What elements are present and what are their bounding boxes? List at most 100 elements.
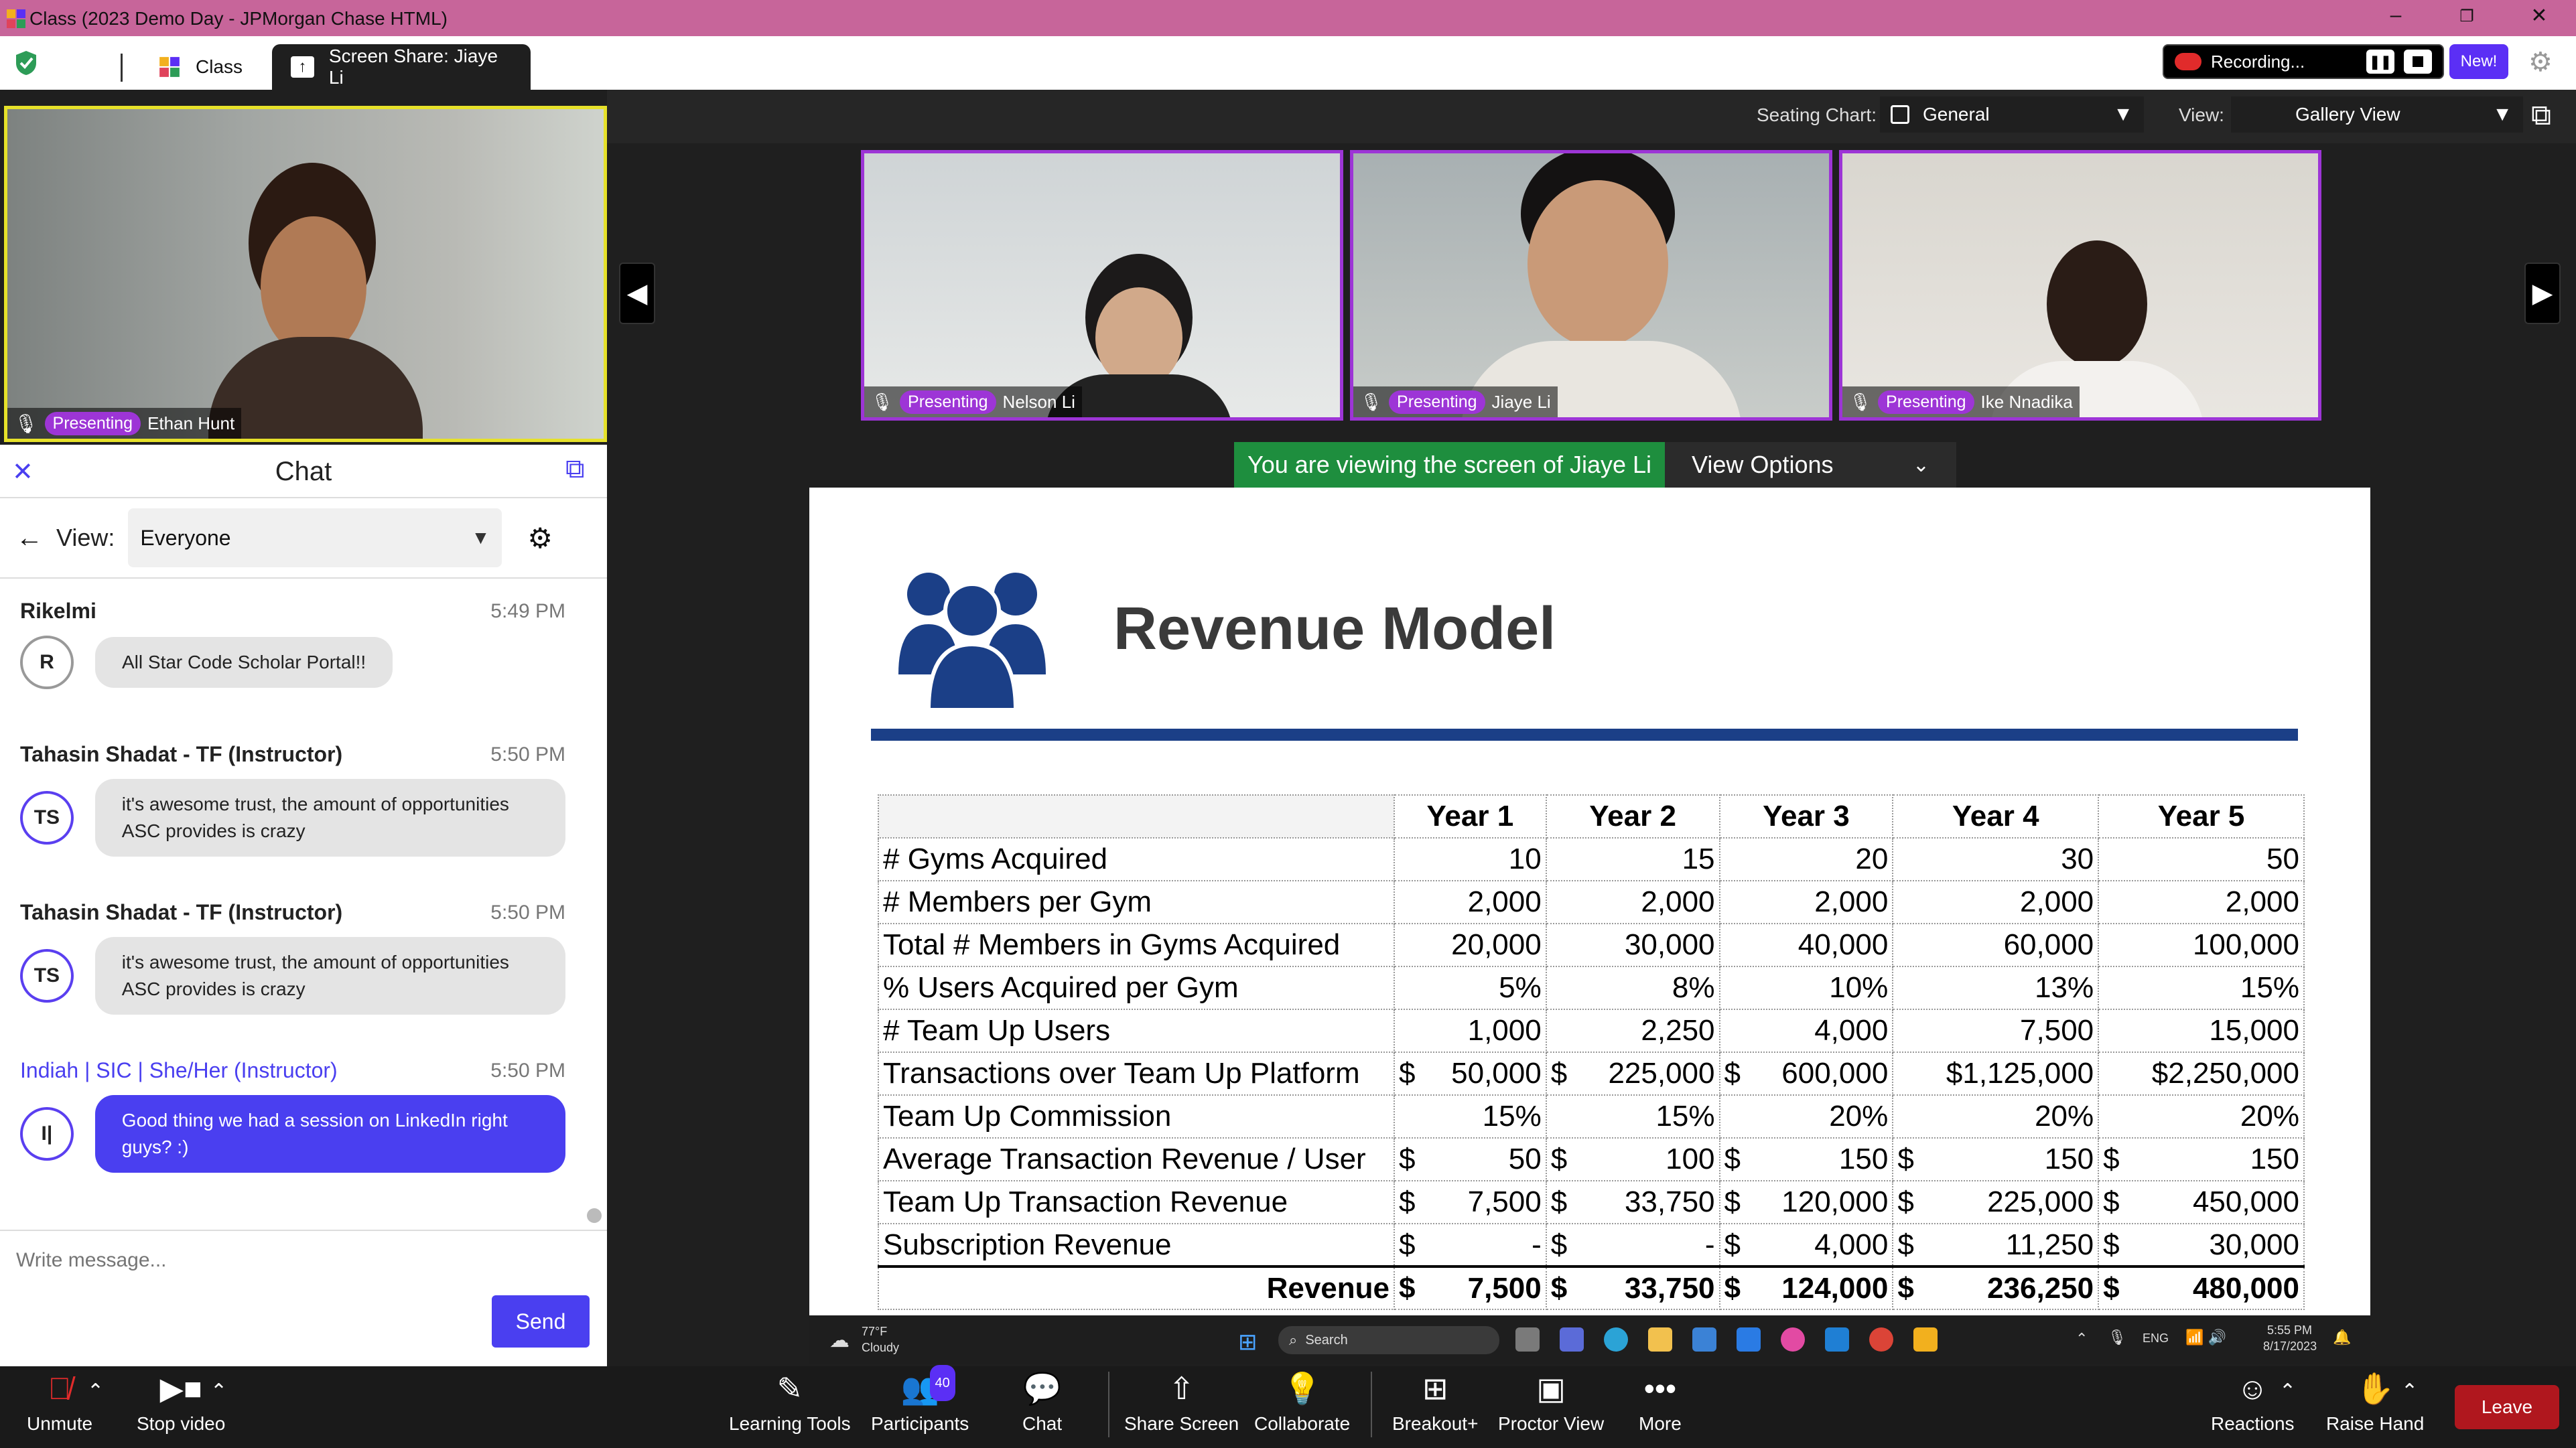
popout-chat-icon[interactable]: ⧉ (565, 454, 585, 484)
gallery-next-button[interactable]: ▶ (2524, 263, 2561, 324)
currency-symbol: $ (1399, 1185, 1416, 1218)
table-cell: $30,000 (2098, 1223, 2305, 1267)
currency-symbol: $ (1399, 1228, 1416, 1261)
leave-button[interactable]: Leave (2455, 1385, 2559, 1429)
proctor-view-button[interactable]: ▣ Proctor View (1498, 1372, 1604, 1435)
class-app-icon[interactable] (1913, 1327, 1938, 1352)
chrome-icon[interactable] (1869, 1327, 1893, 1352)
video-tile-jiaye[interactable]: 🎙 Presenting Jiaye Li (1350, 150, 1832, 421)
chat-settings-gear-icon[interactable]: ⚙ (527, 522, 553, 555)
close-window-icon[interactable]: ✕ (2526, 4, 2553, 27)
edge-icon[interactable] (1604, 1327, 1628, 1352)
language-indicator[interactable]: ENG (2143, 1331, 2169, 1346)
breakout-grid-icon: ⊞ (1422, 1371, 1448, 1406)
message-sender: Tahasin Shadat - TF (Instructor) (20, 900, 343, 924)
minimize-icon[interactable]: – (2382, 4, 2409, 27)
message-time: 5:50 PM (490, 901, 565, 924)
slack-icon[interactable] (1781, 1327, 1805, 1352)
participants-button[interactable]: 👥 40 Participants (871, 1365, 969, 1435)
chat-scrollbar[interactable] (587, 1208, 602, 1223)
row-label: Team Up Transaction Revenue (878, 1180, 1395, 1224)
new-button[interactable]: New! (2449, 44, 2508, 79)
chevron-up-icon[interactable]: ⌃ (2401, 1380, 2418, 1403)
slide-divider-line (871, 729, 2298, 741)
video-tile-ike[interactable]: 🎙 Presenting Ike Nnadika (1839, 150, 2321, 421)
taskbar-search[interactable]: ⌕ Search (1278, 1326, 1499, 1354)
gallery-prev-button[interactable]: ◀ (619, 263, 655, 324)
tab-screen-share[interactable]: ↑ Screen Share: Jiaye Li (272, 44, 531, 90)
vscode-icon[interactable] (1825, 1327, 1849, 1352)
message-time: 5:49 PM (490, 599, 565, 622)
popout-icon[interactable]: ⧉ (2531, 99, 2551, 132)
settings-gear-icon[interactable]: ⚙ (2528, 47, 2553, 78)
chevron-down-icon: ▼ (2492, 103, 2512, 125)
message-bubble: it's awesome trust, the amount of opport… (94, 937, 565, 1015)
restore-icon[interactable]: ❐ (2453, 7, 2480, 26)
cloud-record-icon (2175, 53, 2201, 70)
cell-value: 2,000 (1467, 885, 1542, 918)
shield-check-icon (16, 51, 36, 75)
video-tile-nelson[interactable]: 🎙 Presenting Nelson Li (861, 150, 1343, 421)
stop-video-label: Stop video (137, 1413, 226, 1434)
file-explorer-icon[interactable] (1648, 1327, 1672, 1352)
participant-face (1095, 287, 1182, 388)
seating-chart-select[interactable]: General ▼ (1880, 96, 2144, 133)
cell-value: 2,250 (1641, 1014, 1715, 1047)
learning-tools-button[interactable]: ✎ Learning Tools (729, 1372, 851, 1435)
pause-icon[interactable]: ❚❚ (2366, 50, 2394, 74)
currency-symbol: $ (1550, 1057, 1568, 1090)
title-bar: Class (2023 Demo Day - JPMorgan Chase HT… (0, 0, 2576, 36)
chat-view-select[interactable]: Everyone ▼ (128, 508, 502, 567)
more-label: More (1639, 1413, 1682, 1434)
currency-symbol: $ (1724, 1057, 1741, 1090)
row-label: Transactions over Team Up Platform (878, 1052, 1395, 1096)
send-button[interactable]: Send (492, 1295, 590, 1348)
currency-symbol: $ (1399, 1271, 1416, 1305)
cell-value: 20,000 (1451, 928, 1542, 961)
table-cell: 20,000 (1394, 923, 1547, 967)
cell-value: 4,000 (1814, 1228, 1889, 1261)
chevron-up-icon[interactable]: ⌃ (2279, 1380, 2296, 1403)
back-arrow-icon[interactable]: ← (16, 523, 43, 553)
message-bubble: it's awesome trust, the amount of opport… (94, 779, 565, 857)
currency-symbol: $ (1724, 1271, 1741, 1305)
weather-icon: ☁ (829, 1329, 850, 1352)
collaborate-button[interactable]: 💡 Collaborate (1254, 1372, 1350, 1435)
notification-icon[interactable]: 🔔 (2333, 1329, 2351, 1346)
unmute-button[interactable]: 🎙̸ Unmute (27, 1372, 92, 1435)
class-logo-icon (159, 57, 180, 77)
chat-button[interactable]: 💬 Chat (1022, 1372, 1062, 1435)
row-label: Revenue (878, 1265, 1395, 1310)
table-cell: 15,000 (2098, 1009, 2305, 1053)
task-view-icon[interactable] (1515, 1327, 1540, 1352)
stop-icon[interactable] (2404, 50, 2432, 74)
chevron-up-icon[interactable]: ⌃ (87, 1380, 104, 1403)
cell-value: 20 (1855, 843, 1889, 875)
table-row: Total # Members in Gyms Acquired 20,000 30… (878, 923, 2305, 967)
breakout-button[interactable]: ⊞ Breakout+ (1392, 1372, 1478, 1435)
chevron-up-icon[interactable]: ⌃ (210, 1380, 227, 1403)
table-cell: 2,000 (1718, 880, 1894, 924)
chat-message: Tahasin Shadat - TF (Instructor) 5:50 PM… (20, 900, 565, 1015)
chat-message-input[interactable] (16, 1239, 592, 1282)
tray-mic-icon: 🎙 (2108, 1329, 2126, 1346)
self-video-tile[interactable]: 🎙 Presenting Ethan Hunt (4, 106, 607, 442)
cell-value: 4,000 (1814, 1014, 1889, 1047)
view-select[interactable]: Gallery View ▼ (2231, 96, 2523, 133)
currency-symbol: $ (1550, 1228, 1568, 1261)
more-button[interactable]: ••• More (1639, 1372, 1682, 1435)
view-options-button[interactable]: View Options ⌄ (1665, 442, 1956, 488)
view-label: View: (2179, 104, 2224, 125)
cell-value: 2,000 (2020, 885, 2094, 918)
store-icon[interactable] (1692, 1327, 1716, 1352)
tray-chevron-icon[interactable]: ⌃ (2076, 1330, 2088, 1348)
wifi-volume-icon[interactable]: 📶 🔊 (2185, 1329, 2226, 1346)
table-cell: 2,000 (2098, 880, 2305, 924)
tab-class[interactable]: Class (139, 44, 261, 90)
table-cell: 20 (1718, 837, 1894, 881)
share-screen-button[interactable]: ⇧ Share Screen (1124, 1372, 1239, 1435)
mail-icon[interactable] (1737, 1327, 1761, 1352)
windows-start-icon[interactable]: ⊞ (1238, 1329, 1258, 1356)
share-screen-icon: ⇧ (1168, 1371, 1195, 1406)
teams-icon[interactable] (1560, 1327, 1584, 1352)
